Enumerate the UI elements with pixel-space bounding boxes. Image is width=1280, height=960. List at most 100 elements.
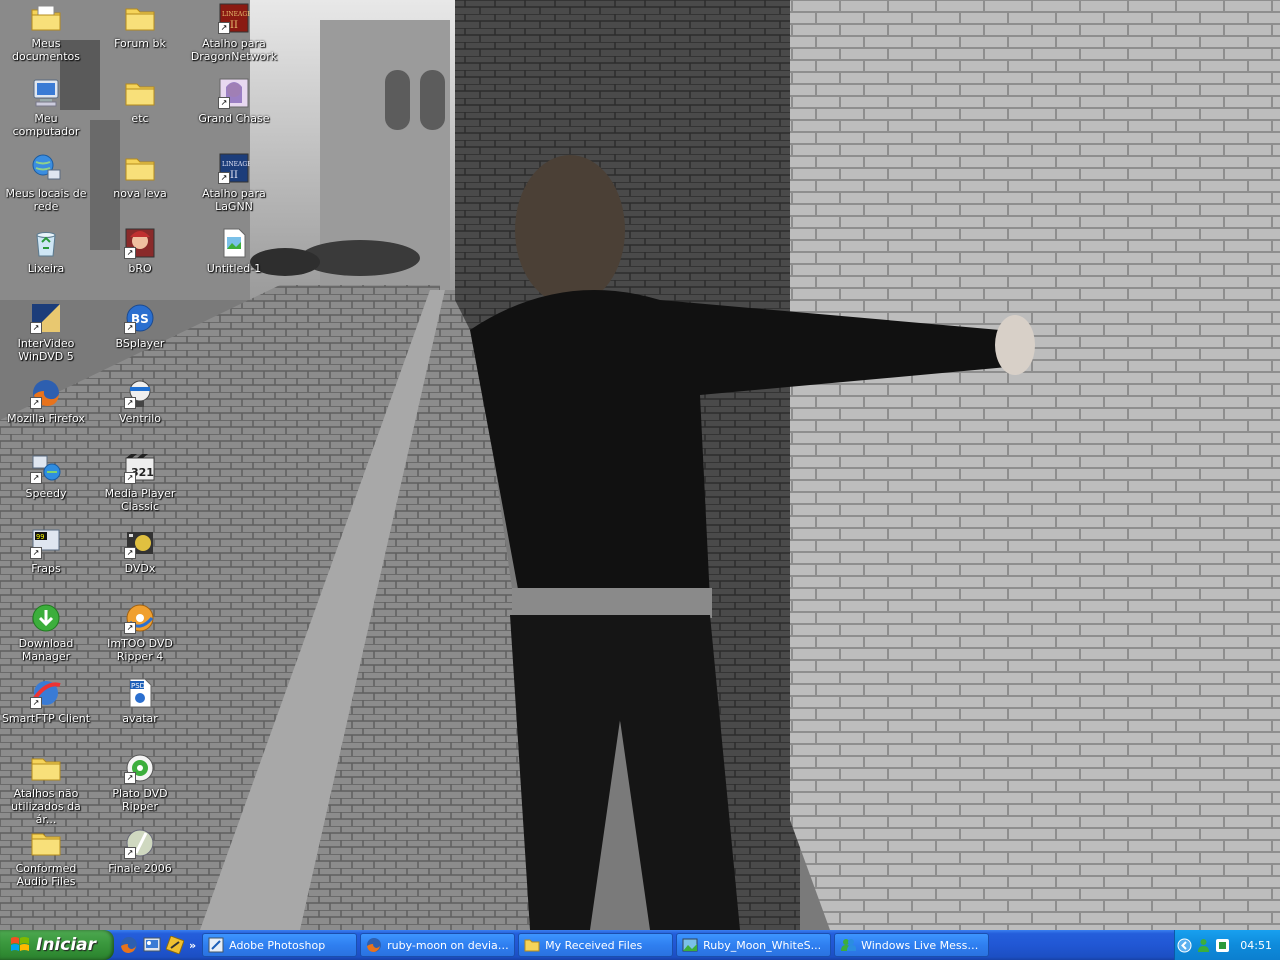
start-button[interactable]: Iniciar (0, 930, 114, 960)
dvdx-icon: ↗ (124, 527, 156, 559)
recycle-bin-icon (30, 227, 62, 259)
desktop-icon-imtoo-dvd-ripper[interactable]: ↗ ImTOO DVD Ripper 4 (94, 602, 186, 663)
desktop-icon-untitled-1[interactable]: Untitled-1 (188, 227, 280, 275)
firefox-icon (367, 938, 382, 952)
quick-launch-app-icon[interactable] (166, 936, 184, 954)
clock[interactable]: 04:51 (1240, 939, 1272, 952)
desktop-icon-label: Atalhos não utilizados da ár... (11, 787, 81, 826)
image-file-icon (218, 227, 250, 259)
show-desktop-icon[interactable] (143, 936, 161, 954)
folder-icon (524, 939, 540, 952)
desktop-icon-speedy[interactable]: ↗ Speedy (0, 452, 92, 500)
desktop-icon-label: Grand Chase (198, 112, 270, 125)
desktop-icon-label: Speedy (25, 487, 67, 500)
desktop-icon-avatar-psd[interactable]: PSD avatar (94, 677, 186, 725)
desktop-icon-label: Atalho para LaGNN (202, 187, 266, 213)
desktop-icon-label: Forum bk (114, 37, 166, 50)
tray-expand-chevron-icon[interactable] (1177, 938, 1192, 953)
folder-icon (124, 77, 156, 109)
photoshop-icon (208, 937, 224, 953)
messenger-tray-icon[interactable] (1196, 938, 1211, 953)
desktop-icon-my-computer[interactable]: Meu computador (0, 77, 92, 138)
desktop-icon-firefox[interactable]: ↗ Mozilla Firefox (0, 377, 92, 425)
desktop-icon-label: Meus documentos (12, 37, 80, 63)
desktop-icon-dragonnetwork-shortcut[interactable]: LINEAGE II ↗ Atalho para DragonNetwork (188, 2, 280, 63)
svg-text:99: 99 (36, 533, 44, 541)
psd-file-icon: PSD (124, 677, 156, 709)
windvd-icon: ↗ (30, 302, 62, 334)
desktop-icon-label: Conformed Audio Files (15, 862, 77, 888)
my-computer-icon (30, 77, 62, 109)
grand-chase-icon: ↗ (218, 77, 250, 109)
taskbar-button-firefox[interactable]: ruby-moon on devian... (360, 933, 516, 957)
lineage-icon: LINEAGE II ↗ (218, 152, 250, 184)
desktop-icon-network-places[interactable]: Meus locais de rede (0, 152, 92, 213)
taskbar-button-label: Windows Live Messen... (861, 938, 984, 952)
tray-app-icon[interactable] (1215, 938, 1230, 953)
desktop-icon-etc-folder[interactable]: etc (94, 77, 186, 125)
desktop-icon-bro[interactable]: ↗ bRO (94, 227, 186, 275)
desktop-icon-smartftp[interactable]: ↗ SmartFTP Client (0, 677, 92, 725)
desktop-icon-unused-shortcuts-folder[interactable]: Atalhos não utilizados da ár... (0, 752, 92, 826)
smartftp-icon: ↗ (30, 677, 62, 709)
desktop-icon-windvd[interactable]: ↗ InterVideo WinDVD 5 (0, 302, 92, 363)
taskbar-button-label: Adobe Photoshop (229, 938, 326, 952)
desktop-icon-media-player-classic[interactable]: 321 ↗ Media Player Classic (94, 452, 186, 513)
desktop-icon-label: etc (131, 112, 149, 125)
desktop-icon-label: Plato DVD Ripper (112, 787, 168, 813)
desktop-icon-bsplayer[interactable]: BS ↗ BSplayer (94, 302, 186, 350)
desktop-icon-label: BSplayer (115, 337, 165, 350)
desktop-icon-grand-chase[interactable]: ↗ Grand Chase (188, 77, 280, 125)
desktop-icon-label: nova leva (113, 187, 167, 200)
finale-icon: ↗ (124, 827, 156, 859)
windows-logo-icon (11, 937, 29, 951)
taskbar-button-windows-live-messenger[interactable]: Windows Live Messen... (834, 933, 990, 957)
desktop-icon-plato-dvd-ripper[interactable]: ↗ Plato DVD Ripper (94, 752, 186, 813)
desktop-icon-label: Atalho para DragonNetwork (190, 37, 278, 63)
desktop-icon-label: Finale 2006 (108, 862, 172, 875)
firefox-icon[interactable] (120, 936, 138, 954)
svg-text:II: II (230, 20, 238, 31)
imtoo-icon: ↗ (124, 602, 156, 634)
desktop-icon-my-documents[interactable]: Meus documentos (0, 2, 92, 63)
desktop-icon-label: ImTOO DVD Ripper 4 (107, 637, 173, 663)
quick-launch-bar: » (114, 930, 202, 960)
taskbar-button-image-viewer[interactable]: Ruby_Moon_WhiteS... (676, 933, 832, 957)
desktop-icon-lagnn-shortcut[interactable]: LINEAGE II ↗ Atalho para LaGNN (188, 152, 280, 213)
desktop-icon-download-manager[interactable]: Download Manager (0, 602, 92, 663)
desktop-icon-nova-leva-folder[interactable]: nova leva (94, 152, 186, 200)
desktop-icon-forum-bk-folder[interactable]: Forum bk (94, 2, 186, 50)
folder-icon (30, 752, 62, 784)
system-tray: 04:51 (1174, 930, 1280, 960)
folder-icon (124, 2, 156, 34)
folder-icon (124, 152, 156, 184)
bsplayer-icon: BS ↗ (124, 302, 156, 334)
desktop-icon-recycle-bin[interactable]: Lixeira (0, 227, 92, 275)
lineage-icon: LINEAGE II ↗ (218, 2, 250, 34)
quick-launch-more-chevron[interactable]: » (189, 939, 196, 952)
taskbar-button-photoshop[interactable]: Adobe Photoshop (202, 933, 358, 957)
ventrilo-icon: ↗ (124, 377, 156, 409)
desktop-icon-label: DVDx (124, 562, 156, 575)
desktop-icon-label: Ventrilo (118, 412, 162, 425)
desktop-icon-finale-2006[interactable]: ↗ Finale 2006 (94, 827, 186, 875)
start-button-label: Iniciar (36, 935, 97, 955)
desktop-icon-conformed-audio-folder[interactable]: Conformed Audio Files (0, 827, 92, 888)
desktop-icon-dvdx[interactable]: ↗ DVDx (94, 527, 186, 575)
bro-icon: ↗ (124, 227, 156, 259)
network-places-icon (30, 152, 62, 184)
desktop-icon-label: bRO (128, 262, 152, 275)
desktop-icon-label: Media Player Classic (104, 487, 176, 513)
taskbar-buttons: Adobe Photoshop ruby-moon on devian... M… (202, 930, 990, 960)
taskbar: Iniciar » Adobe Photoshop ruby-moon on d… (0, 930, 1280, 960)
desktop-icon-ventrilo[interactable]: ↗ Ventrilo (94, 377, 186, 425)
taskbar-button-my-received-files[interactable]: My Received Files (518, 933, 674, 957)
speedy-icon: ↗ (30, 452, 62, 484)
svg-text:II: II (230, 170, 238, 181)
desktop-icon-label: Meus locais de rede (5, 187, 87, 213)
messenger-icon (841, 939, 857, 951)
firefox-icon: ↗ (30, 377, 62, 409)
desktop-icon-label: SmartFTP Client (1, 712, 91, 725)
desktop-icon-label: Lixeira (27, 262, 65, 275)
desktop-icon-fraps[interactable]: 99 ↗ Fraps (0, 527, 92, 575)
